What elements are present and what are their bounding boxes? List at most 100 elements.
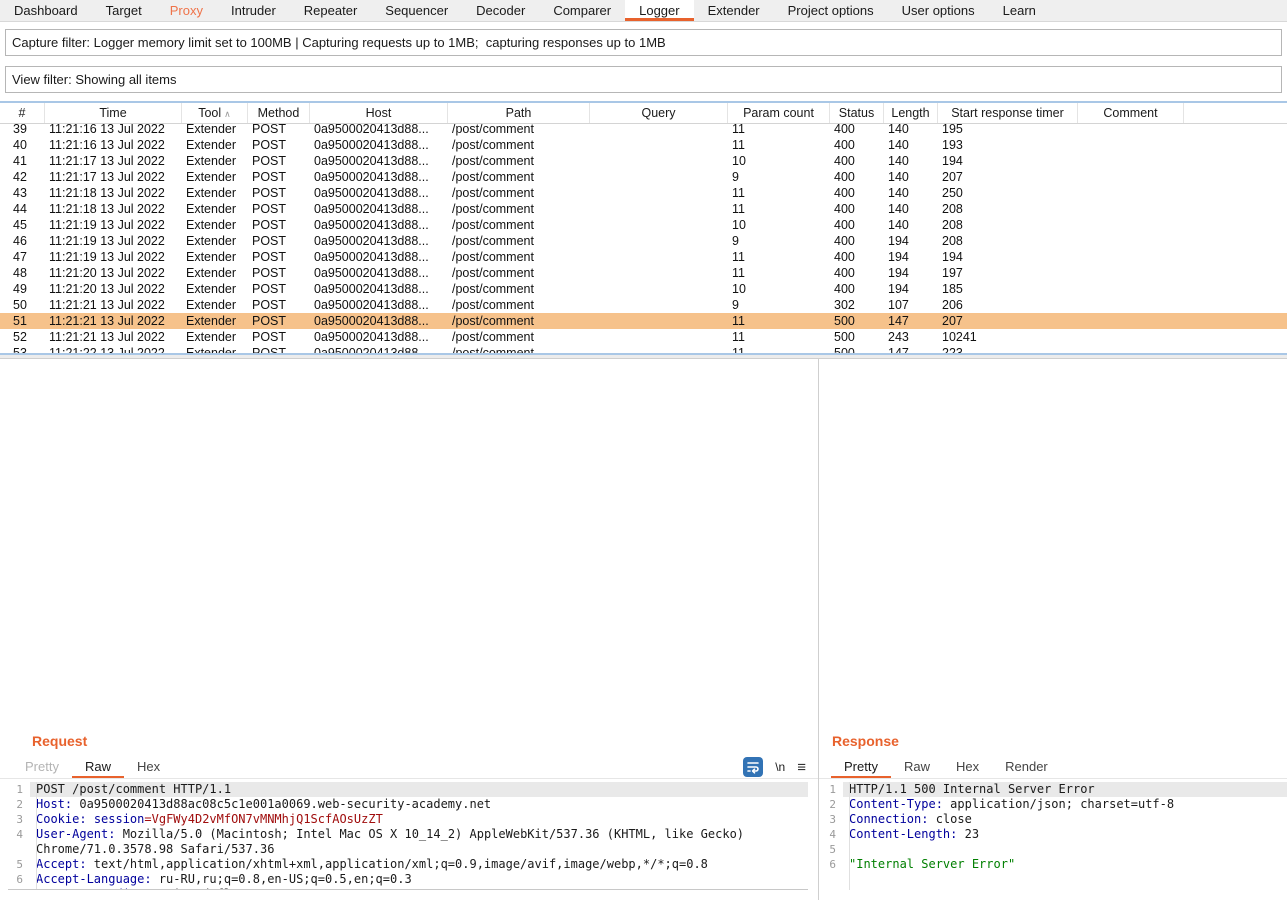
log-row-44[interactable]: 4411:21:18 13 Jul 2022ExtenderPOST0a9500… <box>0 201 1287 217</box>
cell-length: 194 <box>884 249 938 265</box>
column-header--[interactable]: # <box>0 103 45 123</box>
response-tab-hex[interactable]: Hex <box>943 755 992 778</box>
cell-time: 11:21:19 13 Jul 2022 <box>45 249 182 265</box>
cell-start-response-timer: 208 <box>938 233 1078 249</box>
main-tab-comparer[interactable]: Comparer <box>539 0 625 21</box>
cell-status: 400 <box>830 233 884 249</box>
request-tab-raw[interactable]: Raw <box>72 755 124 778</box>
editor-menu-icon[interactable]: ≡ <box>797 759 806 776</box>
main-tab-project-options[interactable]: Project options <box>774 0 888 21</box>
response-tab-raw[interactable]: Raw <box>891 755 943 778</box>
request-editor[interactable]: 1POST /post/comment HTTP/1.12Host: 0a950… <box>8 782 808 890</box>
column-header-status[interactable]: Status <box>830 103 884 123</box>
column-header-path[interactable]: Path <box>448 103 590 123</box>
cell-tool: Extender <box>182 233 248 249</box>
log-row-43[interactable]: 4311:21:18 13 Jul 2022ExtenderPOST0a9500… <box>0 185 1287 201</box>
capture-filter-bar[interactable]: Capture filter: Logger memory limit set … <box>5 29 1282 56</box>
cell-path: /post/comment <box>448 137 590 153</box>
log-row-48[interactable]: 4811:21:20 13 Jul 2022ExtenderPOST0a9500… <box>0 265 1287 281</box>
cell-query <box>590 124 728 137</box>
column-header-start-response-timer[interactable]: Start response timer <box>938 103 1078 123</box>
cell-time: 11:21:17 13 Jul 2022 <box>45 153 182 169</box>
log-row-45[interactable]: 4511:21:19 13 Jul 2022ExtenderPOST0a9500… <box>0 217 1287 233</box>
response-tab-render[interactable]: Render <box>992 755 1061 778</box>
cell-host: 0a9500020413d88... <box>310 185 448 201</box>
log-row-46[interactable]: 4611:21:19 13 Jul 2022ExtenderPOST0a9500… <box>0 233 1287 249</box>
cell-tool: Extender <box>182 281 248 297</box>
log-row-47[interactable]: 4711:21:19 13 Jul 2022ExtenderPOST0a9500… <box>0 249 1287 265</box>
log-row-50[interactable]: 5011:21:21 13 Jul 2022ExtenderPOST0a9500… <box>0 297 1287 313</box>
main-tab-sequencer[interactable]: Sequencer <box>371 0 462 21</box>
view-filter-bar[interactable]: View filter: Showing all items <box>5 66 1282 93</box>
cell-tool: Extender <box>182 169 248 185</box>
cell-param-count: 10 <box>728 281 830 297</box>
cell-query <box>590 217 728 233</box>
log-row-40[interactable]: 4011:21:16 13 Jul 2022ExtenderPOST0a9500… <box>0 137 1287 153</box>
main-tab-dashboard[interactable]: Dashboard <box>0 0 92 21</box>
cell-start-response-timer: 185 <box>938 281 1078 297</box>
request-tab-hex[interactable]: Hex <box>124 755 173 778</box>
column-header-tool[interactable]: Tool∧ <box>182 103 248 123</box>
cell-param-count: 11 <box>728 265 830 281</box>
log-row-52[interactable]: 5211:21:21 13 Jul 2022ExtenderPOST0a9500… <box>0 329 1287 345</box>
vertical-splitter[interactable] <box>818 358 819 900</box>
response-line-text: Content-Type: application/json; charset=… <box>843 797 1287 812</box>
response-line-text: Connection: close <box>843 812 1287 827</box>
request-line-text: Chrome/71.0.3578.98 Safari/537.36 <box>30 842 808 857</box>
cell-path: /post/comment <box>448 217 590 233</box>
log-row-42[interactable]: 4211:21:17 13 Jul 2022ExtenderPOST0a9500… <box>0 169 1287 185</box>
cell-start-response-timer: 194 <box>938 153 1078 169</box>
column-header-query[interactable]: Query <box>590 103 728 123</box>
main-tab-decoder[interactable]: Decoder <box>462 0 539 21</box>
cell-length: 107 <box>884 297 938 313</box>
request-panel: Request PrettyRawHex \n ≡ 1POST /post/co… <box>0 717 818 900</box>
show-newlines-icon[interactable]: \n <box>775 760 785 774</box>
main-tab-learn[interactable]: Learn <box>989 0 1050 21</box>
main-tab-repeater[interactable]: Repeater <box>290 0 371 21</box>
request-line: 1POST /post/comment HTTP/1.1 <box>8 782 808 797</box>
cell-query <box>590 345 728 354</box>
response-tab-pretty[interactable]: Pretty <box>831 755 891 778</box>
column-header-host[interactable]: Host <box>310 103 448 123</box>
column-header-time[interactable]: Time <box>45 103 182 123</box>
response-line-text: Content-Length: 23 <box>843 827 1287 842</box>
main-tab-intruder[interactable]: Intruder <box>217 0 290 21</box>
log-row-41[interactable]: 4111:21:17 13 Jul 2022ExtenderPOST0a9500… <box>0 153 1287 169</box>
request-title: Request <box>32 733 87 749</box>
cell-comment <box>1078 329 1184 345</box>
cell-path: /post/comment <box>448 201 590 217</box>
cell-comment <box>1078 345 1184 354</box>
column-header-param-count[interactable]: Param count <box>728 103 830 123</box>
cell-method: POST <box>248 217 310 233</box>
log-row-51[interactable]: 5111:21:21 13 Jul 2022ExtenderPOST0a9500… <box>0 313 1287 329</box>
cell-host: 0a9500020413d88... <box>310 153 448 169</box>
column-header-length[interactable]: Length <box>884 103 938 123</box>
word-wrap-icon[interactable] <box>743 757 763 777</box>
main-tab-logger[interactable]: Logger <box>625 0 693 21</box>
log-table-body: 3911:21:16 13 Jul 2022ExtenderPOST0a9500… <box>0 124 1287 354</box>
main-tab-extender[interactable]: Extender <box>694 0 774 21</box>
cell-time: 11:21:22 13 Jul 2022 <box>45 345 182 354</box>
cell-host: 0a9500020413d88... <box>310 137 448 153</box>
response-editor[interactable]: 1HTTP/1.1 500 Internal Server Error2Cont… <box>821 782 1287 890</box>
request-tab-pretty[interactable]: Pretty <box>12 755 72 778</box>
main-tab-user-options[interactable]: User options <box>888 0 989 21</box>
column-header-comment[interactable]: Comment <box>1078 103 1184 123</box>
log-row-39[interactable]: 3911:21:16 13 Jul 2022ExtenderPOST0a9500… <box>0 124 1287 137</box>
request-line-text: Accept-Language: ru-RU,ru;q=0.8,en-US;q=… <box>30 872 808 887</box>
cell-method: POST <box>248 329 310 345</box>
cell-status: 400 <box>830 201 884 217</box>
cell-tool: Extender <box>182 153 248 169</box>
request-line-text: POST /post/comment HTTP/1.1 <box>30 782 808 797</box>
response-line: 1HTTP/1.1 500 Internal Server Error <box>821 782 1287 797</box>
main-tab-proxy[interactable]: Proxy <box>156 0 217 21</box>
cell-path: /post/comment <box>448 265 590 281</box>
column-header-method[interactable]: Method <box>248 103 310 123</box>
log-row-49[interactable]: 4911:21:20 13 Jul 2022ExtenderPOST0a9500… <box>0 281 1287 297</box>
cell-query <box>590 313 728 329</box>
cell-start-response-timer: 206 <box>938 297 1078 313</box>
main-tab-target[interactable]: Target <box>92 0 156 21</box>
log-row-53[interactable]: 5311:21:22 13 Jul 2022ExtenderPOST0a9500… <box>0 345 1287 354</box>
request-line: 2Host: 0a9500020413d88ac08c5c1e001a0069.… <box>8 797 808 812</box>
cell-query <box>590 201 728 217</box>
